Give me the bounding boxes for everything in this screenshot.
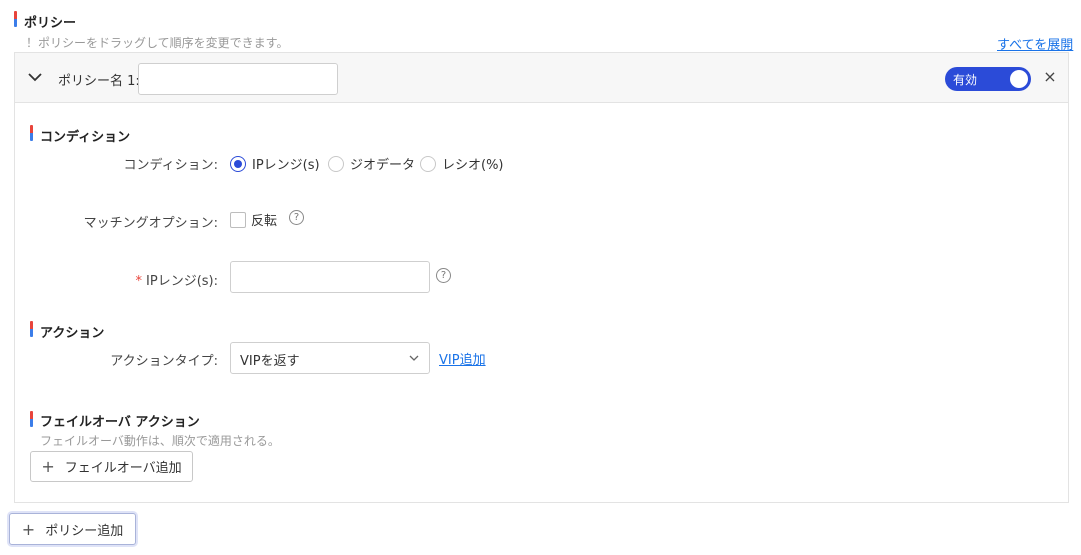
close-icon[interactable]: ×: [1041, 68, 1059, 86]
ip-range-label-text: IPレンジ(s):: [146, 274, 218, 289]
ip-range-label: * IPレンジ(s):: [18, 270, 218, 289]
radio-ratio[interactable]: レシオ(%): [420, 154, 504, 173]
radio-circle: [230, 155, 246, 172]
condition-label: コンディション:: [123, 158, 218, 173]
enable-toggle[interactable]: 有効: [945, 67, 1031, 91]
invert-checkbox[interactable]: 反転: [230, 210, 277, 229]
required-asterisk: *: [135, 274, 143, 289]
chevron-down-icon: [409, 355, 419, 361]
action-section-title: アクション: [40, 326, 105, 341]
add-failover-label: フェイルオーバ追加: [64, 461, 182, 476]
select-value: VIPを返す: [240, 354, 300, 369]
failover-hint: フェイルオーバ動作は、順次で適用される。: [40, 434, 280, 448]
radio-circle: [420, 155, 436, 172]
radio-geo-data[interactable]: ジオデータ: [328, 154, 415, 173]
add-policy-label: ポリシー追加: [45, 523, 124, 539]
add-vip-link[interactable]: VIP追加: [439, 349, 486, 368]
failover-section-title: フェイルオーバ アクション: [40, 415, 200, 430]
condition-section-title: コンディション: [40, 130, 131, 145]
expand-all-link[interactable]: すべてを展開: [997, 34, 1073, 53]
policy-name-label: ポリシー名 1:: [58, 74, 140, 89]
policy-section-title: ポリシー: [24, 16, 77, 31]
policy-name-input[interactable]: [138, 63, 338, 95]
toggle-label: 有効: [953, 73, 978, 87]
plus-icon: +: [21, 519, 36, 539]
radio-label: IPレンジ(s): [252, 158, 320, 173]
drag-hint: ！ポリシーをドラッグして順序を変更できます。: [26, 36, 289, 50]
invert-label: 反転: [251, 214, 278, 229]
section-marker: [30, 125, 33, 141]
add-policy-button[interactable]: + ポリシー追加: [9, 513, 136, 545]
action-type-select[interactable]: VIPを返す: [230, 342, 430, 374]
section-marker: [14, 11, 17, 27]
section-marker: [30, 411, 33, 427]
matching-option-label: マッチングオプション:: [83, 216, 218, 231]
radio-ip-range[interactable]: IPレンジ(s): [230, 154, 320, 173]
radio-circle: [328, 155, 344, 172]
chevron-down-icon[interactable]: [27, 69, 43, 85]
checkbox-box: [230, 211, 246, 228]
toggle-knob: [1010, 70, 1028, 88]
section-marker: [30, 321, 33, 337]
policy-card: ポリシー名 1: 有効 × コンディション コンディション: IPレンジ(s) …: [14, 52, 1069, 503]
plus-icon: +: [41, 457, 55, 476]
action-type-label: アクションタイプ:: [110, 354, 218, 369]
help-icon[interactable]: ?: [289, 210, 304, 225]
help-icon[interactable]: ?: [436, 268, 451, 283]
ip-range-input[interactable]: [230, 261, 430, 293]
add-failover-button[interactable]: + フェイルオーバ追加: [30, 451, 193, 482]
radio-label: ジオデータ: [350, 158, 416, 173]
radio-label: レシオ(%): [442, 158, 504, 173]
policy-header[interactable]: ポリシー名 1: 有効 ×: [15, 53, 1068, 103]
